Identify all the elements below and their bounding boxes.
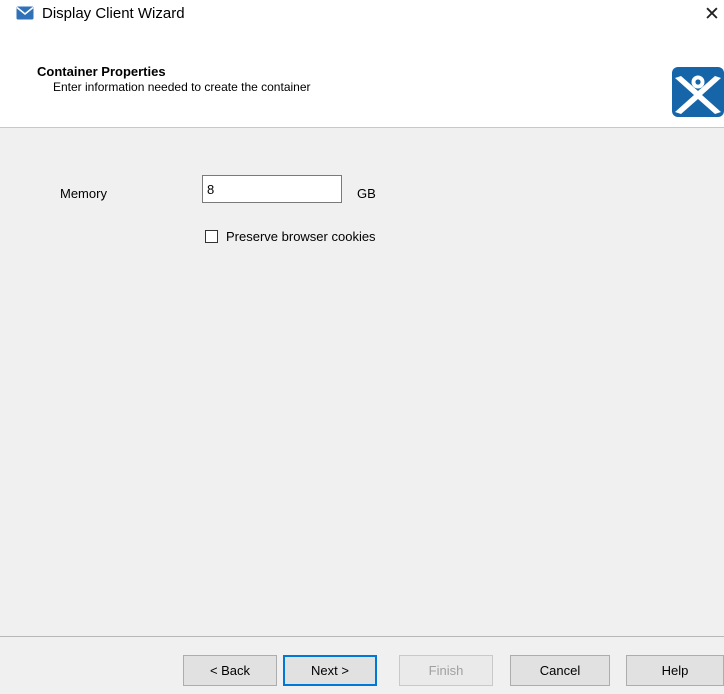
page-title: Container Properties (37, 64, 166, 79)
finish-button[interactable]: Finish (399, 655, 493, 686)
thinmanager-logo-icon (672, 67, 724, 117)
wizard-header: Container Properties Enter information n… (0, 30, 724, 128)
help-button[interactable]: Help (626, 655, 724, 686)
envelope-icon (16, 6, 34, 20)
window-title: Display Client Wizard (42, 5, 185, 22)
memory-input[interactable] (202, 175, 342, 203)
wizard-window: Display Client Wizard ✕ Container Proper… (0, 0, 724, 694)
footer-divider (0, 636, 724, 637)
close-button[interactable]: ✕ (700, 2, 724, 28)
next-button[interactable]: Next > (283, 655, 377, 686)
preserve-cookies-label[interactable]: Preserve browser cookies (226, 229, 376, 244)
memory-unit-label: GB (357, 186, 376, 201)
page-subtitle: Enter information needed to create the c… (53, 80, 311, 94)
memory-label: Memory (60, 186, 107, 201)
cancel-button[interactable]: Cancel (510, 655, 610, 686)
title-bar[interactable]: Display Client Wizard ✕ (0, 0, 724, 30)
preserve-cookies-checkbox[interactable] (205, 230, 218, 243)
back-button[interactable]: < Back (183, 655, 277, 686)
close-icon: ✕ (704, 4, 720, 25)
